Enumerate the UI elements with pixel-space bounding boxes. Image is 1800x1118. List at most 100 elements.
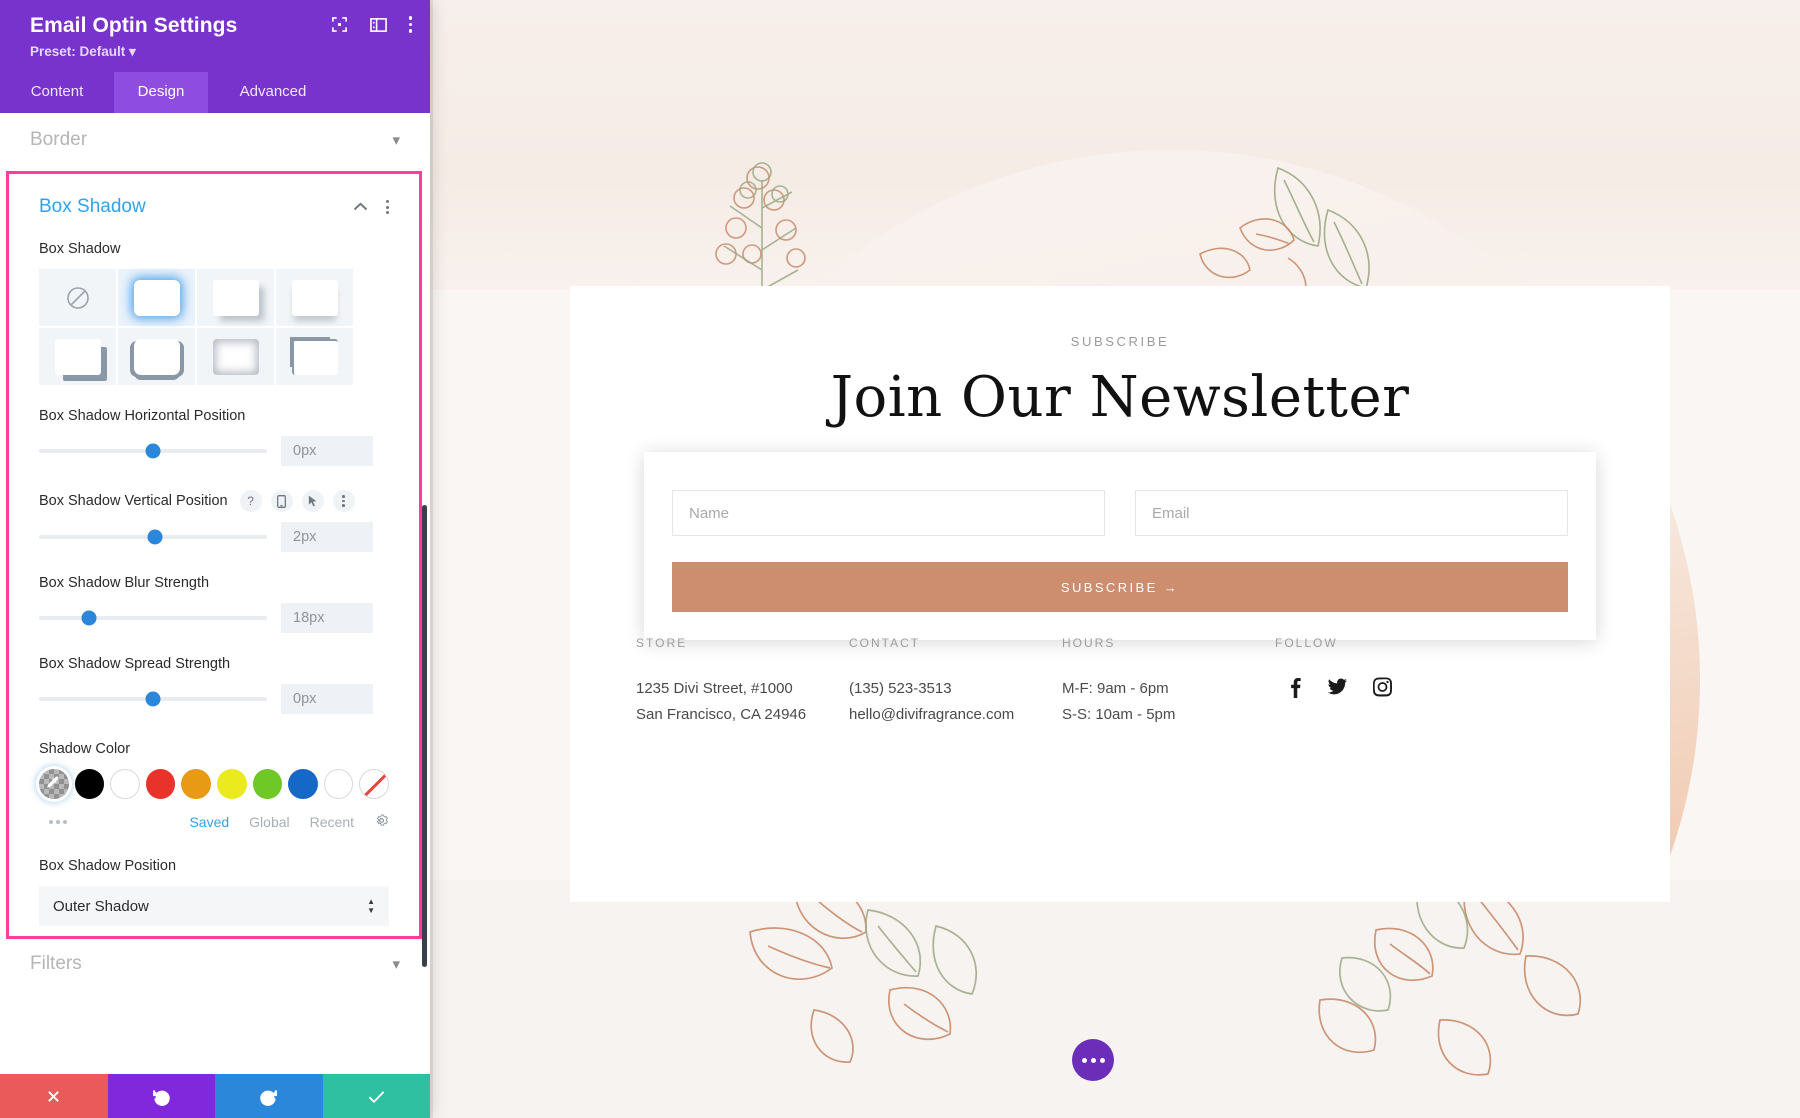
check-icon	[368, 1090, 385, 1103]
slider-knob[interactable]	[145, 691, 161, 707]
email-input[interactable]	[1152, 504, 1551, 522]
tab-global[interactable]: Global	[249, 814, 289, 830]
instagram-icon[interactable]	[1373, 676, 1392, 703]
footer-heading: FOLLOW	[1275, 636, 1338, 650]
panel-edge-shadow	[430, 0, 433, 1118]
slider-label-blur-strength: Box Shadow Blur Strength	[39, 575, 210, 591]
spread-strength-slider[interactable]	[39, 691, 267, 707]
swatch-blue[interactable]	[288, 769, 318, 799]
footer-column-hours: HOURS M-F: 9am - 6pm S-S: 10am - 5pm	[1062, 636, 1275, 728]
preset-inset[interactable]	[197, 328, 274, 385]
save-button[interactable]	[322, 1074, 430, 1118]
horizontal-position-slider[interactable]	[39, 443, 267, 459]
eyedropper-swatch[interactable]	[39, 769, 69, 799]
vertical-position-slider[interactable]	[39, 529, 267, 545]
preset-outline-bottom[interactable]	[118, 328, 195, 385]
slider-knob[interactable]	[145, 443, 161, 459]
tab-advanced[interactable]: Advanced	[208, 72, 338, 113]
social-links	[1275, 676, 1475, 703]
blur-strength-slider[interactable]	[39, 610, 267, 626]
panel-tabs: Content Design Advanced	[0, 72, 430, 113]
swatch-red[interactable]	[145, 769, 176, 799]
facebook-icon[interactable]	[1289, 676, 1302, 703]
responsive-mobile-icon[interactable]	[270, 490, 293, 512]
spread-strength-value[interactable]: 0px	[281, 684, 373, 714]
footer-line: 1235 Divi Street, #1000	[636, 680, 793, 697]
undo-icon	[152, 1089, 170, 1106]
section-border[interactable]: Border ▾	[0, 113, 430, 165]
cancel-button[interactable]	[0, 1074, 108, 1118]
box-shadow-header: Box Shadow	[39, 196, 389, 218]
swatch-white[interactable]	[110, 769, 140, 799]
preset-hard-bottom-right[interactable]	[39, 328, 116, 385]
tab-recent[interactable]: Recent	[310, 814, 354, 830]
more-dots-icon[interactable]	[39, 820, 67, 824]
page-title: Join Our Newsletter	[830, 365, 1410, 430]
name-input[interactable]	[689, 504, 1088, 522]
redo-button[interactable]	[215, 1074, 323, 1118]
preset-none[interactable]	[39, 269, 116, 326]
shadow-color-footer: Saved Global Recent	[39, 813, 389, 831]
slider-label-spread-strength: Box Shadow Spread Strength	[39, 656, 231, 672]
name-field-wrapper[interactable]	[672, 490, 1105, 536]
slider-knob[interactable]	[81, 610, 97, 626]
footer-info: STORE 1235 Divi Street, #1000 San Franci…	[636, 636, 1630, 728]
gear-icon[interactable]	[374, 813, 389, 831]
three-dots-icon	[1081, 1057, 1087, 1063]
footer-column-follow: FOLLOW	[1275, 636, 1475, 728]
subscribe-button[interactable]: SUBSCRIBE →	[672, 562, 1568, 612]
divi-builder-toggle[interactable]	[1072, 1039, 1114, 1081]
footer-line: hello@divifragrance.com	[849, 706, 1015, 723]
tab-content[interactable]: Content	[0, 72, 114, 113]
footer-line: M-F: 9am - 6pm	[1062, 680, 1169, 697]
vertical-position-value[interactable]: 2px	[281, 522, 373, 552]
help-icon[interactable]: ?	[239, 490, 262, 512]
more-options-icon[interactable]	[408, 16, 412, 33]
preset-bottom-soft[interactable]	[276, 269, 353, 326]
panel-layout-icon[interactable]	[369, 17, 387, 33]
fullscreen-icon[interactable]	[331, 16, 348, 33]
more-options-icon[interactable]	[332, 490, 355, 512]
section-filters-label: Filters	[30, 953, 82, 974]
slider-label-vertical-position: Box Shadow Vertical Position	[39, 492, 228, 509]
hover-cursor-icon[interactable]	[301, 490, 324, 512]
chevron-down-icon: ▾	[392, 132, 400, 149]
color-source-tabs: Saved Global Recent	[189, 813, 389, 831]
slider-knob[interactable]	[147, 529, 163, 545]
footer-column-contact: CONTACT (135) 523-3513 hello@divifragran…	[849, 636, 1062, 728]
vertical-position-label-icons: ?	[239, 490, 355, 512]
email-field-wrapper[interactable]	[1135, 490, 1568, 536]
preset-corner-line[interactable]	[276, 328, 353, 385]
three-dots-icon	[1099, 1057, 1105, 1063]
swatch-black[interactable]	[74, 769, 105, 799]
footer-line: (135) 523-3513	[849, 680, 952, 697]
preset-glow[interactable]	[118, 269, 195, 326]
chevron-down-icon: ▾	[129, 44, 136, 59]
chevron-up-icon[interactable]	[353, 198, 368, 216]
spinner-arrows-icon: ▲ ▼	[367, 897, 375, 915]
preset-bottom-right-soft[interactable]	[197, 269, 274, 326]
box-shadow-position-select[interactable]: Outer Shadow ▲ ▼	[39, 886, 389, 926]
section-box-shadow: Box Shadow Box Shadow Box Shadow Horizon…	[6, 171, 422, 939]
preset-selector[interactable]: Preset: Default ▾	[30, 44, 408, 60]
eyebrow-text: SUBSCRIBE	[1070, 334, 1170, 349]
swatch-empty[interactable]	[323, 769, 354, 799]
slider-label-row-vertical-position: Box Shadow Vertical Position ?	[39, 490, 389, 512]
tab-design[interactable]: Design	[114, 72, 208, 113]
slider-row-spread-strength: 0px	[39, 684, 389, 714]
swatch-yellow[interactable]	[217, 769, 247, 799]
blur-strength-value[interactable]: 18px	[281, 603, 373, 633]
swatch-no-color[interactable]	[359, 769, 390, 799]
panel-scrollbar[interactable]	[422, 505, 427, 967]
twitter-icon[interactable]	[1328, 676, 1347, 703]
section-filters[interactable]: Filters ▾	[0, 939, 430, 989]
three-dots-icon	[1090, 1057, 1096, 1063]
swatch-orange[interactable]	[181, 769, 211, 799]
redo-icon	[260, 1089, 278, 1106]
undo-button[interactable]	[107, 1074, 215, 1118]
more-options-icon[interactable]	[386, 200, 389, 214]
swatch-green[interactable]	[252, 769, 283, 799]
email-optin-module: SUBSCRIBE →	[644, 452, 1596, 640]
tab-saved[interactable]: Saved	[189, 814, 229, 830]
horizontal-position-value[interactable]: 0px	[281, 436, 373, 466]
